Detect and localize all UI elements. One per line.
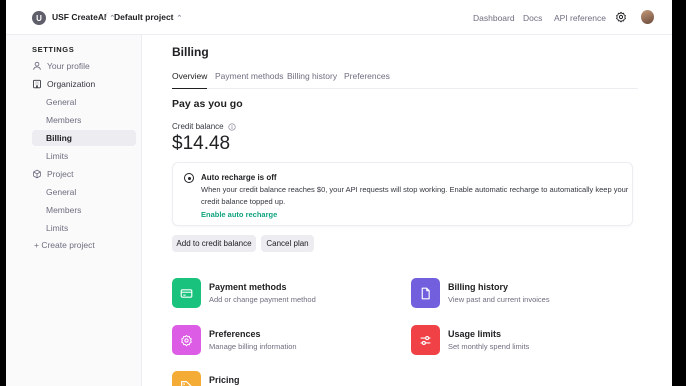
sidebar-item-org-general[interactable]: General [32, 94, 136, 110]
preferences-tile[interactable]: Preferences Manage billing information [172, 325, 382, 355]
building-icon [33, 79, 41, 89]
credit-balance-value: $14.48 [172, 133, 231, 154]
tile-icon-bg [172, 325, 201, 355]
tile-title: Payment methods [209, 282, 287, 292]
user-avatar[interactable] [641, 10, 654, 24]
payment-methods-tile[interactable]: Payment methods Add or change payment me… [172, 278, 382, 308]
credit-balance-label: Credit balance [172, 122, 236, 131]
create-project-button[interactable]: + Create project [34, 237, 138, 253]
tile-icon-bg [172, 371, 201, 386]
settings-gear-icon[interactable] [615, 11, 627, 23]
sidebar-item-billing[interactable]: Billing [32, 130, 136, 146]
tile-icon-bg [411, 278, 440, 308]
cancel-plan-button[interactable]: Cancel plan [261, 235, 314, 252]
tile-icon-bg [411, 325, 440, 355]
page-title: Billing [172, 45, 209, 59]
settings-sidebar: SETTINGS Your profile Organization Gener… [6, 35, 142, 386]
org-avatar[interactable]: U [32, 11, 46, 25]
billing-tabs: Overview Payment methods Billing history… [172, 70, 638, 89]
sidebar-item-your-profile[interactable]: Your profile [32, 58, 136, 74]
auto-recharge-title: Auto recharge is off [201, 173, 277, 182]
tile-description: Set monthly spend limits [448, 342, 530, 351]
tile-description: View past and current invoices [448, 295, 550, 304]
sidebar-item-organization[interactable]: Organization [32, 76, 136, 92]
app-window: U USF CreateAI ⌃ / Default project ⌃ Dashb… [6, 0, 672, 386]
tab-billing-history[interactable]: Billing history [287, 70, 337, 89]
usage-limits-tile[interactable]: Usage limits Set monthly spend limits [411, 325, 621, 355]
tile-title: Preferences [209, 329, 261, 339]
sidebar-item-project-members[interactable]: Members [32, 202, 136, 218]
document-icon [421, 287, 430, 299]
breadcrumb-separator: / [105, 11, 108, 21]
nav-docs-link[interactable]: Docs [523, 13, 542, 23]
sidebar-item-org-limits[interactable]: Limits [32, 148, 136, 164]
info-icon[interactable] [227, 122, 236, 131]
nav-dashboard-link[interactable]: Dashboard [473, 13, 515, 23]
tile-title: Pricing [209, 375, 240, 385]
sidebar-item-project-limits[interactable]: Limits [32, 220, 136, 236]
tab-preferences[interactable]: Preferences [344, 70, 390, 89]
sidebar-item-project[interactable]: Project [32, 166, 136, 182]
settings-icon [181, 334, 192, 346]
top-navigation-bar: U USF CreateAI ⌃ / Default project ⌃ Dashb… [6, 0, 672, 35]
sidebar-item-org-members[interactable]: Members [32, 112, 136, 128]
chevron-updown-icon: ⌃ [176, 15, 183, 22]
enable-auto-recharge-link[interactable]: Enable auto recharge [201, 210, 277, 219]
tile-title: Billing history [448, 282, 509, 292]
auto-recharge-card: Auto recharge is off When your credit ba… [172, 162, 633, 226]
card-icon [180, 288, 193, 298]
person-icon [33, 61, 41, 70]
sidebar-item-project-general[interactable]: General [32, 184, 136, 200]
box-icon [33, 169, 41, 179]
project-switcher[interactable]: Default project ⌃ [114, 12, 182, 22]
tab-overview[interactable]: Overview [172, 70, 208, 89]
auto-recharge-description: When your credit balance reaches $0, you… [201, 185, 629, 206]
nav-api-reference-link[interactable]: API reference [554, 13, 606, 23]
tag-icon [181, 380, 192, 386]
tile-description: Manage billing information [209, 342, 297, 351]
pricing-tile[interactable]: Pricing [172, 371, 382, 386]
tile-title: Usage limits [448, 329, 502, 339]
tile-icon-bg [172, 278, 201, 308]
billing-history-tile[interactable]: Billing history View past and current in… [411, 278, 621, 308]
section-title: Pay as you go [172, 98, 243, 110]
add-to-credit-balance-button[interactable]: Add to credit balance [172, 235, 256, 252]
sliders-icon [420, 335, 431, 345]
tile-description: Add or change payment method [209, 295, 316, 304]
tab-payment-methods[interactable]: Payment methods [215, 70, 284, 89]
sidebar-heading: SETTINGS [32, 45, 75, 54]
auto-recharge-status-icon [184, 173, 194, 183]
